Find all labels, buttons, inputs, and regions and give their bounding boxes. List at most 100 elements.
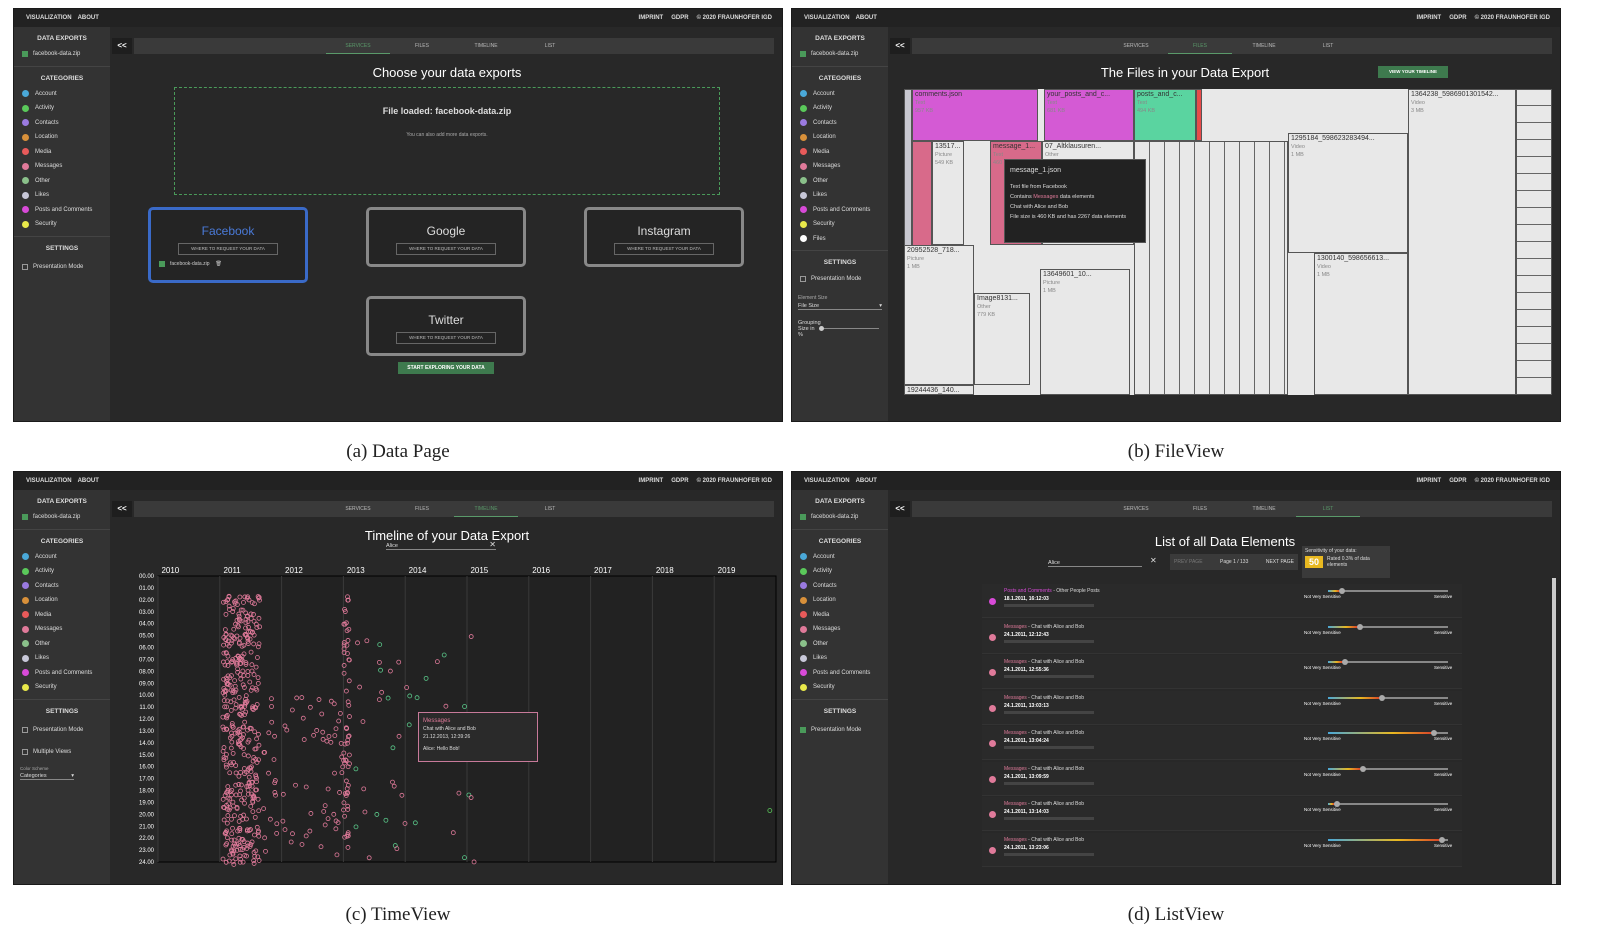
category-account[interactable]: Account xyxy=(792,550,888,565)
presentation-mode-toggle[interactable]: Presentation Mode xyxy=(792,272,888,287)
category-location[interactable]: Location xyxy=(14,130,110,145)
sensitivity-slider[interactable] xyxy=(1328,694,1448,701)
treemap-tile[interactable]: comments.json Text 957 KB xyxy=(912,89,1038,141)
export-file-item[interactable]: facebook-data.zip xyxy=(792,47,888,62)
treemap-tile[interactable]: your_posts_and_c... Text 681 KB xyxy=(1044,89,1134,141)
filter-input[interactable]: Alice xyxy=(1048,560,1142,567)
service-card-facebook[interactable]: Facebook WHERE TO REQUEST YOUR DATA facebo… xyxy=(148,207,308,283)
slider-handle[interactable] xyxy=(1359,765,1366,772)
category-other[interactable]: Other xyxy=(14,174,110,189)
category-posts-and-comments[interactable]: Posts and Comments xyxy=(792,203,888,218)
category-contacts[interactable]: Contacts xyxy=(792,579,888,594)
checkbox-icon[interactable] xyxy=(800,276,806,283)
category-location[interactable]: Location xyxy=(792,593,888,608)
request-link[interactable]: WHERE TO REQUEST YOUR DATA xyxy=(396,243,496,255)
nav-gdpr[interactable]: GDPR xyxy=(1449,478,1466,484)
nav-about[interactable]: ABOUT xyxy=(78,478,99,484)
close-icon[interactable]: ✕ xyxy=(489,540,496,549)
checkbox-icon[interactable] xyxy=(22,749,28,756)
view-timeline-button[interactable]: VIEW YOUR TIMELINE xyxy=(1378,66,1448,78)
tab-list[interactable]: LIST xyxy=(1296,501,1360,517)
category-media[interactable]: Media xyxy=(792,608,888,623)
nav-about[interactable]: ABOUT xyxy=(856,478,877,484)
treemap-small-tiles[interactable] xyxy=(1516,89,1552,395)
category-likes[interactable]: Likes xyxy=(14,651,110,666)
tab-timeline[interactable]: TIMELINE xyxy=(1232,501,1296,517)
treemap-tile[interactable]: 13649601_10... Picture 1 MB xyxy=(1040,269,1130,395)
treemap-tile[interactable]: 1295184_598623283494... Video 1 MB xyxy=(1288,133,1408,253)
timeline-point[interactable] xyxy=(231,862,237,867)
category-account[interactable]: Account xyxy=(14,87,110,102)
filter-input[interactable]: Alice ✕ xyxy=(386,540,496,550)
color-scheme-select[interactable]: Categories ▾ xyxy=(20,773,74,780)
treemap-tile[interactable]: 19244436_140... xyxy=(904,385,974,395)
category-security[interactable]: Security xyxy=(792,217,888,232)
tab-services[interactable]: SERVICES xyxy=(326,501,390,517)
collapse-sidebar-button[interactable]: << xyxy=(112,38,132,54)
list-item[interactable]: Posts and Comments - Other People Posts 1… xyxy=(982,584,1462,618)
list-item[interactable]: Messages - Chat with Alice and Bob 24.1.2… xyxy=(982,832,1462,867)
presentation-mode-toggle[interactable]: Presentation Mode xyxy=(14,723,110,738)
prev-page-button[interactable]: PREV PAGE xyxy=(1174,559,1203,565)
request-link[interactable]: WHERE TO REQUEST YOUR DATA xyxy=(178,243,278,255)
treemap-tile[interactable]: 1300140_598656613... Video 1 MB xyxy=(1314,253,1408,395)
sensitivity-slider[interactable] xyxy=(1328,730,1448,736)
category-location[interactable]: Location xyxy=(792,130,888,145)
category-likes[interactable]: Likes xyxy=(792,188,888,203)
treemap-tile[interactable]: Image8131... Other 779 KB xyxy=(974,293,1030,385)
nav-visualization[interactable]: VISUALIZATION xyxy=(804,478,850,484)
drop-zone[interactable]: File loaded: facebook-data.zip You can a… xyxy=(174,87,720,195)
checkbox-icon[interactable] xyxy=(800,51,806,58)
sensitivity-slider[interactable] xyxy=(1328,801,1448,807)
slider-handle[interactable] xyxy=(1379,694,1386,701)
nav-imprint[interactable]: IMPRINT xyxy=(639,478,664,484)
nav-visualization[interactable]: VISUALIZATION xyxy=(26,478,72,484)
request-link[interactable]: WHERE TO REQUEST YOUR DATA xyxy=(614,243,714,255)
tab-list[interactable]: LIST xyxy=(518,501,582,517)
export-file-item[interactable]: facebook-data.zip xyxy=(792,510,888,525)
tab-list[interactable]: LIST xyxy=(1296,38,1360,54)
element-size-select[interactable]: File Size ▾ xyxy=(798,303,882,310)
category-activity[interactable]: Activity xyxy=(14,101,110,116)
category-messages[interactable]: Messages xyxy=(792,159,888,174)
category-likes[interactable]: Likes xyxy=(792,651,888,666)
category-messages[interactable]: Messages xyxy=(14,622,110,637)
checkbox-icon[interactable] xyxy=(159,261,165,267)
category-posts-and-comments[interactable]: Posts and Comments xyxy=(792,666,888,681)
category-contacts[interactable]: Contacts xyxy=(14,579,110,594)
collapse-sidebar-button[interactable]: << xyxy=(890,501,910,517)
list-item[interactable]: Messages - Chat with Alice and Bob 24.1.2… xyxy=(982,761,1462,796)
collapse-sidebar-button[interactable]: << xyxy=(890,38,910,54)
category-other[interactable]: Other xyxy=(792,637,888,652)
category-account[interactable]: Account xyxy=(14,550,110,565)
treemap-small-tiles[interactable] xyxy=(1134,141,1288,395)
category-messages[interactable]: Messages xyxy=(792,622,888,637)
sensitivity-slider[interactable] xyxy=(1328,623,1448,630)
category-contacts[interactable]: Contacts xyxy=(14,116,110,131)
multiple-views-toggle[interactable]: Multiple Views xyxy=(14,745,110,760)
nav-gdpr[interactable]: GDPR xyxy=(1449,15,1466,21)
category-messages[interactable]: Messages xyxy=(14,159,110,174)
nav-about[interactable]: ABOUT xyxy=(856,15,877,21)
checkbox-icon[interactable] xyxy=(800,726,806,733)
category-activity[interactable]: Activity xyxy=(792,101,888,116)
slider-handle[interactable] xyxy=(818,326,824,331)
sensitivity-slider[interactable] xyxy=(1328,765,1448,772)
tab-files[interactable]: FILES xyxy=(390,501,454,517)
nav-about[interactable]: ABOUT xyxy=(78,15,99,21)
category-likes[interactable]: Likes xyxy=(14,188,110,203)
category-posts-and-comments[interactable]: Posts and Comments xyxy=(14,666,110,681)
tab-timeline[interactable]: TIMELINE xyxy=(454,38,518,54)
presentation-mode-toggle[interactable]: Presentation Mode xyxy=(792,723,888,738)
list-item[interactable]: Messages - Chat with Alice and Bob 24.1.2… xyxy=(982,797,1462,831)
start-exploring-button[interactable]: START EXPLORING YOUR DATA xyxy=(398,362,494,374)
tab-files[interactable]: FILES xyxy=(390,38,454,54)
checkbox-icon[interactable] xyxy=(22,514,28,521)
category-security[interactable]: Security xyxy=(14,217,110,232)
tab-services[interactable]: SERVICES xyxy=(326,38,390,54)
category-media[interactable]: Media xyxy=(792,145,888,160)
service-card-twitter[interactable]: Twitter WHERE TO REQUEST YOUR DATA xyxy=(366,296,526,356)
slider-handle[interactable] xyxy=(1341,659,1348,665)
tab-services[interactable]: SERVICES xyxy=(1104,501,1168,517)
tab-list[interactable]: LIST xyxy=(518,38,582,54)
